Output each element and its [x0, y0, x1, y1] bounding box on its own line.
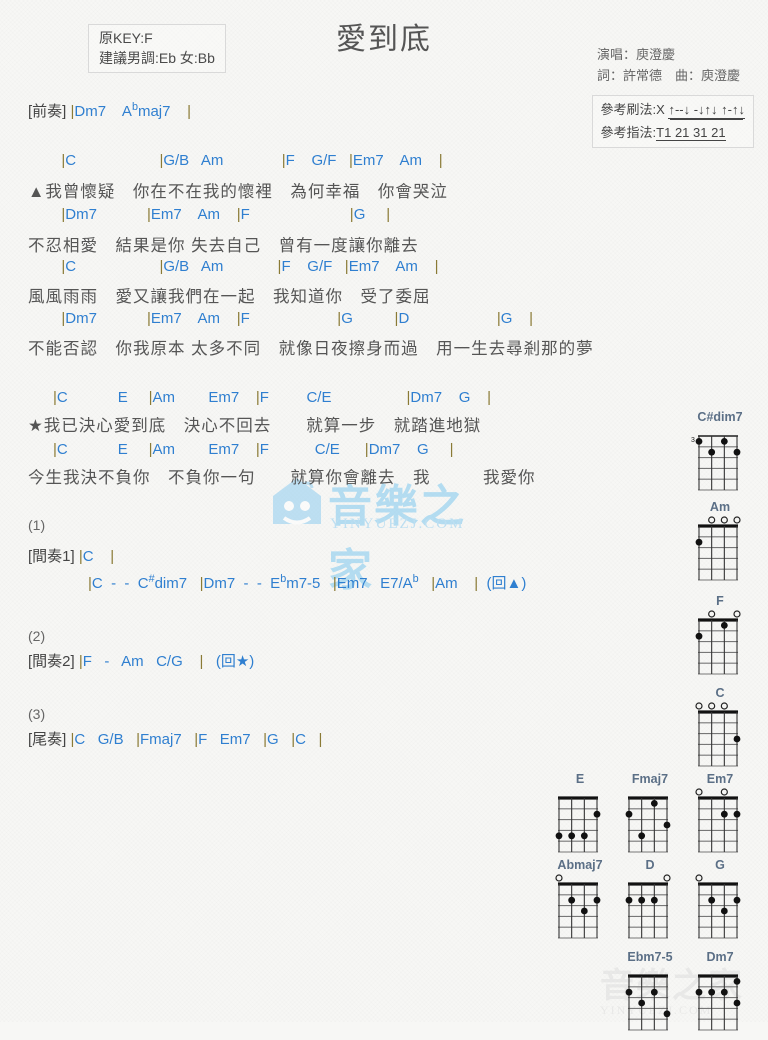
interlude-2-label: [間奏2]: [28, 653, 75, 670]
interlude-1-chords: |C |: [78, 548, 115, 565]
finger-pattern-row: 參考指法:T1 21 31 21: [601, 121, 745, 144]
verse-3-chords: |C |G/B Am |F G/F |Em7 Am |: [61, 258, 439, 275]
chord-diagram-grid: [550, 873, 610, 948]
chord-diagram-c-sharp-dim7: C#dim7 3: [690, 410, 750, 500]
prelude-chords: |Dm7 Abmaj7 |: [70, 101, 192, 120]
outro-chords: |C G/B |Fmaj7 |F Em7 |G |C |: [70, 731, 323, 748]
chord-diagram-grid: [690, 515, 750, 590]
chord-diagram-c: C: [690, 686, 750, 776]
chord-diagram-dm7: Dm7: [690, 950, 750, 1040]
verse-1-chords: |C |G/B Am |F G/F |Em7 Am |: [61, 152, 443, 169]
chord-diagram-g: G: [690, 858, 750, 948]
chord-diagram-grid: [690, 965, 750, 1040]
chord-diagram-name: Em7: [706, 772, 734, 786]
verse-3-lyrics: 風風雨雨 愛又讓我們在一起 我知道你 受了委屈: [28, 288, 431, 306]
chord-diagram-grid: [620, 787, 680, 862]
credit-singer: 演唱：庾澄慶: [596, 47, 675, 62]
interlude-2-number: (2): [28, 628, 46, 644]
chord-diagram-fmaj7: Fmaj7: [620, 772, 680, 862]
chord-diagram-f: F: [690, 594, 750, 684]
finger-label: 參考指法:: [600, 125, 657, 140]
chord-diagram-name: E: [575, 772, 585, 786]
credit-writers: 詞：許常德 曲：庾澄慶: [596, 68, 740, 83]
prelude-label: [前奏]: [28, 103, 67, 120]
verse-2-chords: |Dm7 |Em7 Am |F |G |: [61, 206, 391, 223]
strum-arrows: ↑--↓ -↓↑↓ ↑-↑↓: [668, 102, 745, 119]
finger-numbers: T1 21 31 21: [656, 125, 726, 141]
chord-diagram-abmaj7: Abmaj7: [550, 858, 610, 948]
chord-diagram-grid: [550, 787, 610, 862]
interlude-2-line: [間奏2] |F - Am C/G | (回★): [28, 650, 254, 671]
chorus-2-chords: |C E |Am Em7 |F C/E |Dm7 G |: [53, 441, 454, 458]
chord-diagram-grid: [690, 609, 750, 684]
interlude-2-chords: |F - Am C/G | (回★): [78, 653, 255, 670]
chord-diagram-name: C#dim7: [697, 410, 743, 424]
strum-pattern-box: 參考刷法:X ↑--↓ -↓↑↓ ↑-↑↓ 參考指法:T1 21 31 21: [591, 95, 754, 148]
chord-diagram-name: Ebm7-5: [627, 950, 673, 964]
chorus-1-lyrics: ★我已決心愛到底 決心不回去 就算一步 就踏進地獄: [28, 417, 482, 435]
chorus-1-chords: |C E |Am Em7 |F C/E |Dm7 G |: [53, 389, 491, 406]
strum-label: 參考刷法:X: [600, 102, 665, 117]
chord-diagram-am: Am: [690, 500, 750, 590]
svg-text:3: 3: [691, 437, 695, 444]
verse-2-lyrics: 不忍相愛 結果是你 失去自己 曾有一度讓你離去: [28, 237, 419, 255]
interlude-1-number: (1): [28, 517, 46, 533]
interlude-1-chords-2: |C - - C#dim7 |Dm7 - - Ebm7-5 |Em7 E7/Ab…: [88, 573, 527, 592]
outro-line: [尾奏] |C G/B |Fmaj7 |F Em7 |G |C |: [28, 728, 322, 749]
chord-diagram-name: D: [645, 858, 655, 872]
outro-number: (3): [28, 706, 46, 722]
interlude-1-label: [間奏1]: [28, 548, 75, 565]
chord-diagram-name: Fmaj7: [631, 772, 669, 786]
chord-diagram-grid: [690, 787, 750, 862]
strum-pattern-row: 參考刷法:X ↑--↓ -↓↑↓ ↑-↑↓: [601, 98, 745, 121]
chord-diagram-name: C: [715, 686, 725, 700]
prelude-line: [前奏] |Dm7 Abmaj7 |: [28, 100, 191, 121]
chord-diagram-name: G: [715, 858, 725, 872]
chord-diagram-name: F: [716, 594, 724, 608]
chord-diagram-grid: 3: [690, 425, 750, 500]
chord-diagram-ebm7-5: Ebm7-5: [620, 950, 680, 1040]
chord-diagram-grid: [690, 873, 750, 948]
interlude-1-line: [間奏1] |C |: [28, 545, 114, 566]
verse-1-lyrics: ▲我曾懷疑 你在不在我的懷裡 為何幸福 你會哭泣: [28, 183, 448, 201]
chord-diagram-d: D: [620, 858, 680, 948]
outro-label: [尾奏]: [28, 731, 67, 748]
chord-diagram-grid: [620, 965, 680, 1040]
chord-diagram-name: Dm7: [706, 950, 734, 964]
song-sheet: 原KEY:F 建議男調:Eb 女:Bb 愛到底 演唱：庾澄慶 詞：許常德 曲：庾…: [0, 0, 768, 1031]
verse-4-lyrics: 不能否認 你我原本 太多不同 就像日夜擦身而過 用一生去尋剎那的夢: [28, 340, 594, 358]
chord-diagram-name: Am: [709, 500, 731, 514]
chord-diagram-grid: [620, 873, 680, 948]
chord-diagram-e: E: [550, 772, 610, 862]
chorus-2-lyrics: 今生我決不負你 不負你一句 就算你會離去 我 我愛你: [28, 469, 536, 487]
verse-4-chords: |Dm7 |Em7 Am |F |G |D |G |: [61, 310, 533, 327]
chord-diagram-name: Abmaj7: [557, 858, 603, 872]
chord-diagram-grid: [690, 701, 750, 776]
credits: 演唱：庾澄慶 詞：許常德 曲：庾澄慶: [597, 44, 740, 86]
chord-diagram-em7: Em7: [690, 772, 750, 862]
